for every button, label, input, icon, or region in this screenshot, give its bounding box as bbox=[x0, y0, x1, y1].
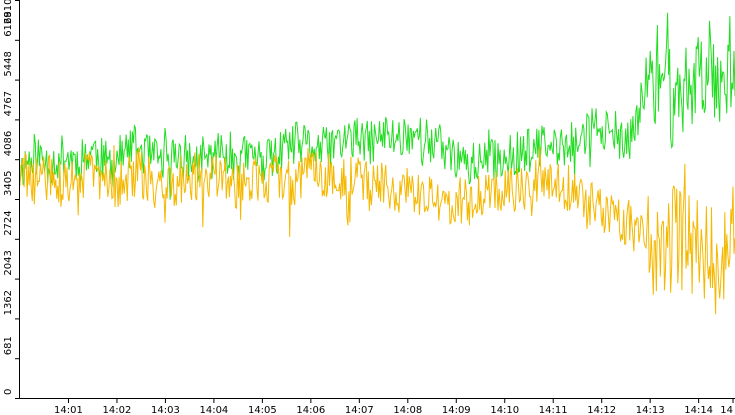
y-tick-label: 4767 bbox=[3, 91, 14, 116]
x-tick-label: 14:13 bbox=[636, 405, 665, 415]
x-tick-label: 14:12 bbox=[587, 405, 616, 415]
x-tick-label: 14:11 bbox=[539, 405, 568, 415]
x-tick-label: 14:09 bbox=[442, 405, 471, 415]
x-tick-label: 14:14 bbox=[684, 405, 713, 415]
x-ticks: 14:01 14:02 14:03 14:04 14:05 14:06 14:07 14:08… bbox=[54, 398, 734, 415]
axes-layer bbox=[19, 0, 735, 399]
y-tick-label: 1362 bbox=[3, 290, 14, 315]
y-tick-label: 2043 bbox=[3, 250, 14, 275]
y-tick-label: 6810 bbox=[3, 0, 14, 24]
series-layer bbox=[19, 12, 735, 315]
x-tick-label: 14:02 bbox=[103, 405, 132, 415]
y-ticks: 0681136220432724340540864767544861296810 bbox=[3, 0, 20, 399]
x-tick-label: 14:08 bbox=[393, 405, 422, 415]
chart: 0 681 1362 2043 2724 3405 4086 4767 5448 6129 6810… bbox=[0, 0, 735, 415]
y-tick-label: 681 bbox=[3, 336, 14, 355]
x-tick-label: 14:07 bbox=[345, 405, 374, 415]
x-tick-label: 14:04 bbox=[199, 405, 228, 415]
y-tick-label: 4086 bbox=[3, 131, 14, 156]
x-tick-label: 14 bbox=[720, 405, 733, 415]
y-tick-label: 2724 bbox=[3, 210, 14, 235]
y-tick-label: 5448 bbox=[3, 51, 14, 76]
x-tick-label: 14:06 bbox=[296, 405, 325, 415]
series-line-1 bbox=[19, 145, 735, 315]
x-tick-label: 14:01 bbox=[54, 405, 83, 415]
x-tick-label: 14:03 bbox=[151, 405, 180, 415]
x-tick-label: 14:05 bbox=[248, 405, 277, 415]
x-tick-label: 14:10 bbox=[490, 405, 519, 415]
y-tick-label: 0 bbox=[3, 389, 14, 395]
y-tick-label: 3405 bbox=[3, 171, 14, 196]
line-chart: 0681136220432724340540864767544861296810… bbox=[3, 0, 735, 415]
